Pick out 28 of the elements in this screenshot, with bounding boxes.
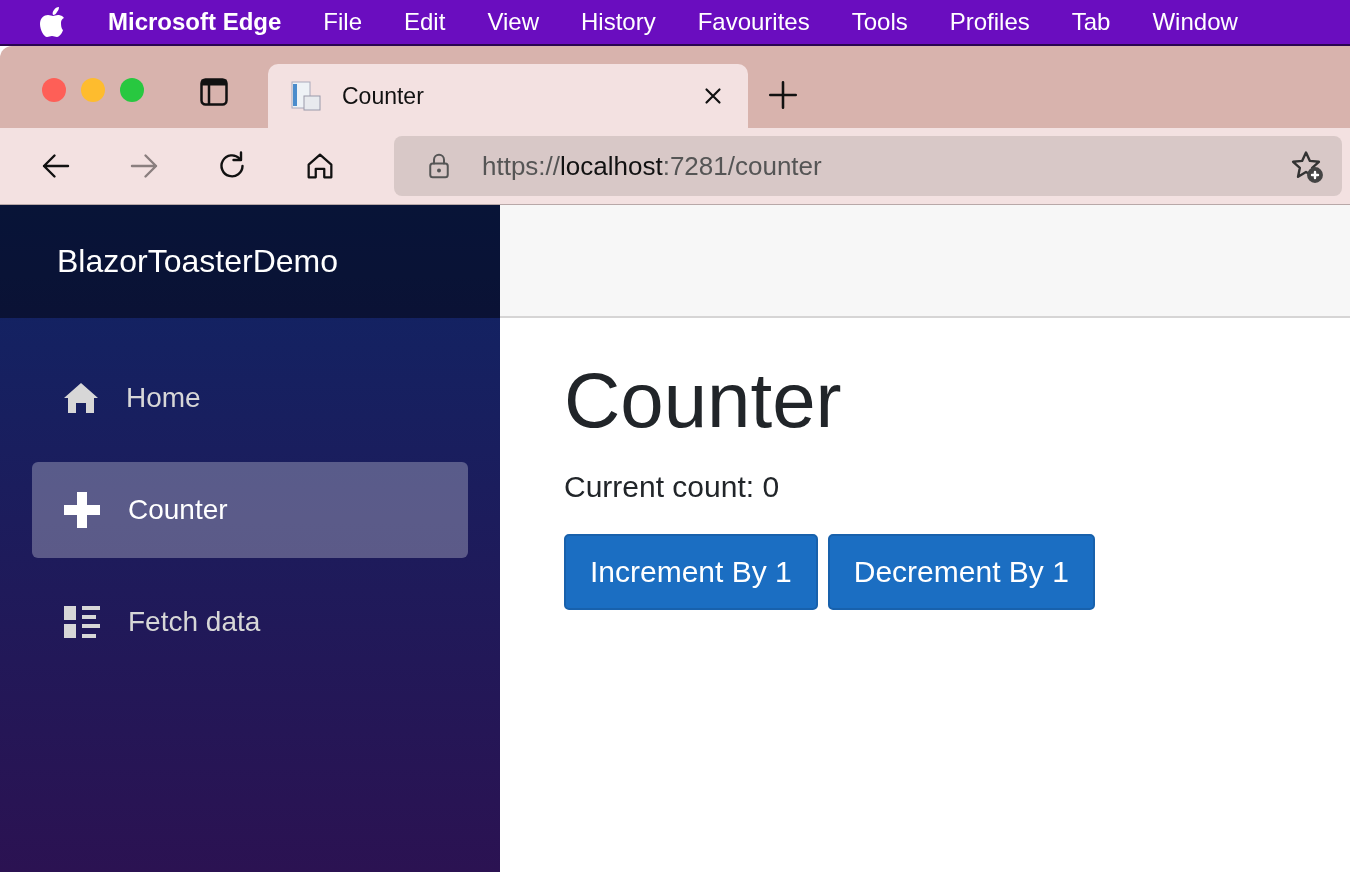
menu-item[interactable]: View — [487, 8, 539, 36]
list-icon — [64, 606, 100, 638]
nav-link[interactable]: Home — [32, 350, 468, 446]
menu-item[interactable]: Favourites — [697, 8, 810, 36]
app-menu[interactable]: Microsoft Edge — [108, 8, 282, 36]
address-bar[interactable]: https://localhost:7281/counter — [394, 136, 1342, 196]
home-icon — [64, 382, 98, 414]
menu-item[interactable]: Tools — [851, 8, 908, 36]
brand-title[interactable]: BlazorToasterDemo — [57, 243, 338, 280]
action-button[interactable]: Decrement By 1 — [827, 533, 1095, 610]
page-heading: Counter — [564, 358, 842, 444]
menu-item[interactable]: Edit — [404, 8, 446, 36]
sidebar-panel-icon[interactable] — [200, 78, 228, 106]
plus-icon — [64, 492, 100, 528]
menu-item[interactable]: Window — [1152, 8, 1238, 36]
nav-link[interactable]: Counter — [32, 462, 468, 558]
menu-item[interactable]: File — [323, 8, 362, 36]
page-icon — [290, 80, 322, 112]
apple-logo-icon[interactable] — [38, 6, 66, 38]
browser-tab[interactable]: Counter — [268, 64, 748, 128]
action-button[interactable]: Increment By 1 — [564, 533, 818, 610]
url-text: https://localhost:7281/counter — [482, 150, 823, 182]
menu-item[interactable]: History — [580, 8, 656, 36]
nav-link[interactable]: Fetch data — [32, 574, 468, 670]
plus-icon — [766, 78, 800, 112]
menu-item[interactable]: Tab — [1071, 8, 1111, 36]
count-text: Current count: 0 — [564, 469, 780, 504]
menu-item[interactable]: Profiles — [949, 8, 1030, 36]
